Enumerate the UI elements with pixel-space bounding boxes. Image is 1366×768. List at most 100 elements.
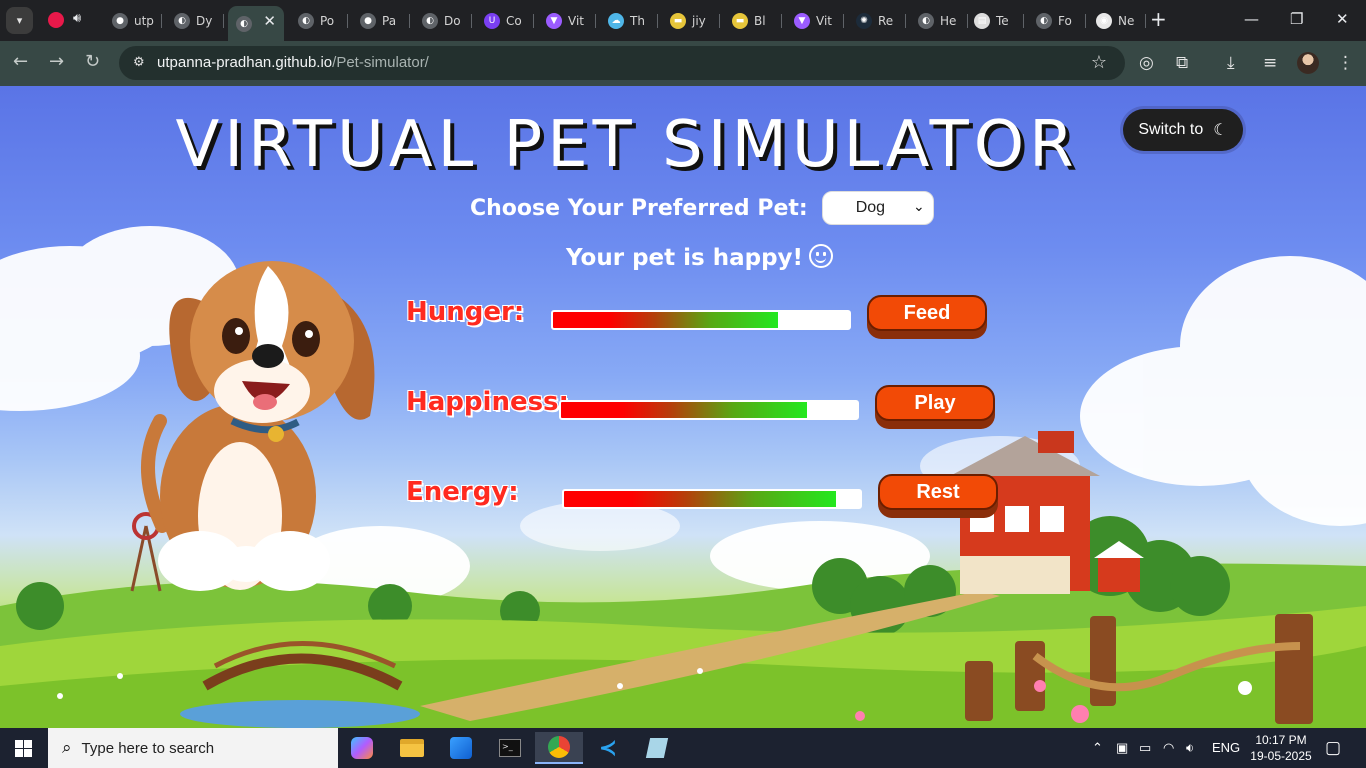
pet-status: Your pet is happy!	[566, 244, 834, 271]
close-window-button[interactable]: ✕	[1336, 10, 1349, 28]
doc-icon: ▤	[974, 12, 990, 29]
tab-separator	[347, 14, 348, 28]
globe-icon: ◐	[236, 15, 252, 32]
feed-button[interactable]: Feed	[867, 295, 987, 331]
wifi-icon[interactable]: ◠	[1163, 740, 1174, 756]
notes-app-icon[interactable]	[633, 732, 681, 764]
meet-icon[interactable]: ▣	[1116, 740, 1128, 756]
globe-icon: ◐	[174, 12, 190, 29]
clock[interactable]: 10:17 PM 19-05-2025	[1248, 732, 1314, 764]
minimize-button[interactable]: —	[1244, 10, 1259, 28]
tab-separator	[595, 14, 596, 28]
profile-avatar[interactable]	[1297, 52, 1319, 74]
browser-tab[interactable]: ◐ Do	[414, 6, 472, 35]
browser-tab-label: Fo	[1058, 13, 1072, 28]
language-indicator[interactable]: ENG	[1212, 740, 1240, 755]
browser-tab[interactable]: ◐ He	[910, 6, 968, 35]
browser-tab-label: Ne	[1118, 13, 1135, 28]
tab-strip: ▾ 🔊︎ ● utp ◐ Dy ◐ ✕ ◐ Po ● Pa ◐ Do U Co ▼ Vit ☁ Th ▬ jiy ▬ Bl…	[0, 0, 1366, 41]
energy-bar	[562, 489, 862, 509]
compass-icon[interactable]: ◎	[1139, 53, 1154, 73]
media-control-icon[interactable]: ≡	[1263, 53, 1277, 73]
show-hidden-icons-icon[interactable]: ⌃	[1092, 740, 1103, 756]
volume-icon[interactable]: 🔉︎	[1186, 740, 1194, 756]
recording-icon[interactable]	[48, 12, 64, 28]
browser-tab[interactable]: U Co	[476, 6, 534, 35]
browser-tab[interactable]: ▬ jiy	[662, 6, 720, 35]
happiness-bar-fill	[561, 402, 807, 418]
vite-icon: ▼	[794, 12, 810, 29]
browser-tab[interactable]: ◐ Po	[290, 6, 348, 35]
browser-tab[interactable]: ▼ Vit	[786, 6, 844, 35]
pet-select[interactable]: Dog ⌄	[821, 191, 934, 225]
reload-button[interactable]: ↻	[85, 52, 100, 72]
file-explorer-icon[interactable]	[388, 732, 436, 764]
browser-tab[interactable]: ◐ Dy	[166, 6, 224, 35]
globe-icon: ◐	[298, 12, 314, 29]
browser-tab-label: Pa	[382, 13, 397, 28]
vscode-app-icon[interactable]: ≺	[584, 732, 632, 764]
tab-separator	[409, 14, 410, 28]
page-title: VIRTUAL PET SIMULATOR	[175, 108, 1079, 182]
browser-tab-label: Do	[444, 13, 461, 28]
rest-button[interactable]: Rest	[878, 474, 998, 510]
tab-separator	[1023, 14, 1024, 28]
tab-separator	[161, 14, 162, 28]
tab-search-button[interactable]: ▾	[6, 7, 33, 34]
chrome-app-icon[interactable]	[535, 732, 583, 764]
menu-kebab-icon[interactable]: ⋮	[1337, 53, 1354, 73]
globe-icon: ◐	[918, 12, 934, 29]
tab-separator	[471, 14, 472, 28]
hunger-bar	[551, 310, 851, 330]
copilot-app-icon[interactable]	[338, 732, 386, 764]
smile-icon	[809, 244, 834, 268]
browser-tab[interactable]: ● utp	[104, 6, 162, 35]
browser-tab-label: jiy	[692, 13, 706, 28]
battery-icon[interactable]: ▭	[1139, 740, 1151, 756]
tab-separator	[1085, 14, 1086, 28]
globe-icon: ◐	[422, 12, 438, 29]
pet-status-text: Your pet is happy!	[566, 245, 804, 271]
windows-start-icon[interactable]	[15, 740, 32, 757]
play-button[interactable]: Play	[875, 385, 995, 421]
notification-icon[interactable]: ▢	[1325, 738, 1341, 758]
download-icon[interactable]: ⤓	[1227, 53, 1235, 73]
address-bar[interactable]: ⚙ utpanna-pradhan.github.io/Pet-simulato…	[119, 46, 1125, 80]
back-button[interactable]: ←	[13, 52, 28, 72]
bookmark-star-icon[interactable]: ☆	[1091, 52, 1107, 73]
theme-toggle-button[interactable]: Switch to ☾	[1123, 109, 1243, 151]
browser-tab[interactable]: ✺ Re	[848, 6, 906, 35]
browser-tab[interactable]: ◐ ✕	[228, 6, 284, 41]
browser-tab[interactable]: ▬ Bl	[724, 6, 782, 35]
site-info-icon[interactable]: ⚙	[133, 55, 149, 71]
browser-tab[interactable]: ● Pa	[352, 6, 410, 35]
browser-tab[interactable]: ◉ Ne	[1088, 6, 1146, 35]
moon-icon: ☾	[1213, 122, 1228, 139]
browser-tab[interactable]: ▤ Te	[966, 6, 1024, 35]
github-icon: ●	[112, 12, 128, 29]
tab-separator	[1145, 14, 1146, 28]
github-icon: ●	[360, 12, 376, 29]
terminal-app-icon[interactable]: >_	[486, 732, 534, 764]
maximize-button[interactable]: ❐	[1290, 10, 1303, 28]
extensions-icon[interactable]: ⧉	[1176, 53, 1188, 73]
tab-separator	[781, 14, 782, 28]
url-text[interactable]: utpanna-pradhan.github.io/Pet-simulator/	[157, 54, 429, 71]
browser-tab[interactable]: ☁ Th	[600, 6, 658, 35]
tab-separator	[223, 14, 224, 28]
browser-tab-label: Co	[506, 13, 522, 28]
new-tab-button[interactable]: +	[1150, 9, 1167, 29]
close-tab-icon[interactable]: ✕	[263, 12, 276, 30]
tab-separator	[905, 14, 906, 28]
photos-app-icon[interactable]	[437, 732, 485, 764]
react-icon: ✺	[856, 12, 872, 29]
tab-separator	[657, 14, 658, 28]
energy-bar-fill	[564, 491, 837, 507]
browser-tab[interactable]: ◐ Fo	[1028, 6, 1086, 35]
browser-tab[interactable]: ▼ Vit	[538, 6, 596, 35]
speaker-icon[interactable]: 🔊︎	[73, 11, 81, 26]
taskbar-search[interactable]: ⌕ Type here to search	[48, 728, 338, 768]
browser-tab-label: Re	[878, 13, 894, 28]
forward-button[interactable]: →	[49, 52, 64, 72]
browser-tab-label: Po	[320, 13, 335, 28]
